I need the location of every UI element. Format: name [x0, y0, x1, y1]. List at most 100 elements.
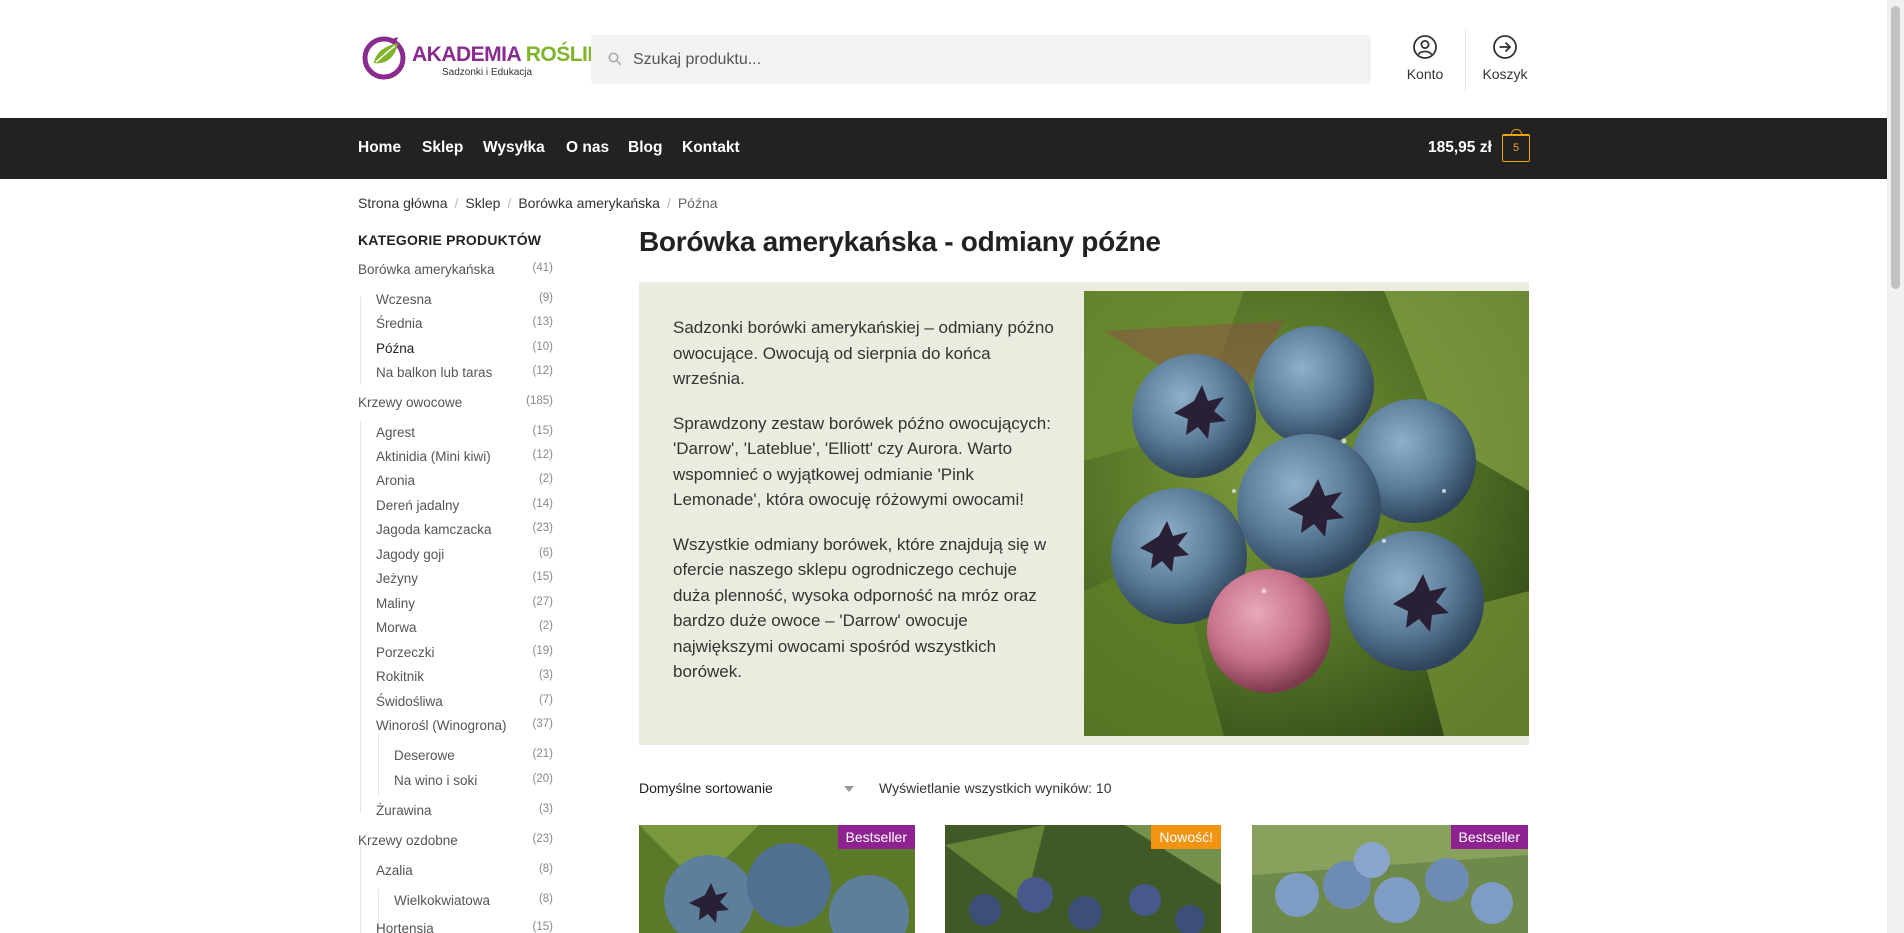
results-count: Wyświetlanie wszystkich wyników: 10	[879, 780, 1112, 796]
category-label: Aronia	[376, 473, 416, 488]
search-icon	[608, 52, 622, 66]
sidebar-item-srednia[interactable]: Średnia (13)	[376, 316, 553, 331]
breadcrumb-separator: /	[666, 195, 671, 211]
breadcrumb-category[interactable]: Borówka amerykańska	[518, 195, 660, 211]
blueberry-image	[1084, 291, 1529, 736]
category-count: (8)	[538, 863, 553, 875]
site-logo[interactable]: AKADEMIA ROŚLIN Sadzonki i Edukacja	[362, 33, 603, 83]
category-count: (15)	[532, 921, 553, 933]
category-label: Borówka amerykańska	[358, 262, 495, 277]
sidebar-item-aronia[interactable]: Aronia (2)	[376, 473, 553, 488]
product-card[interactable]: Bestseller	[639, 825, 915, 933]
category-label: Deserowe	[394, 748, 455, 763]
search-input[interactable]	[633, 35, 1353, 84]
description-paragraph: Sprawdzony zestaw borówek późno owocując…	[673, 413, 1051, 510]
bag-icon[interactable]: 5	[1502, 129, 1530, 162]
category-count: (13)	[532, 316, 553, 328]
sidebar-item-agrest[interactable]: Agrest (15)	[376, 425, 553, 440]
nav-shop[interactable]: Sklep	[422, 139, 463, 157]
category-count: (19)	[532, 645, 553, 657]
category-count: (7)	[538, 694, 553, 706]
sidebar-item-pozna[interactable]: Późna (10)	[376, 341, 553, 356]
category-count: (6)	[538, 547, 553, 559]
category-count: (185)	[526, 395, 553, 407]
sidebar-item-borowka[interactable]: Borówka amerykańska (41)	[358, 262, 553, 277]
nav-home[interactable]: Home	[358, 139, 401, 157]
category-count: (37)	[532, 718, 553, 730]
category-description: Sadzonki borówki amerykańskiej – odmiany…	[639, 282, 1529, 745]
breadcrumb-home[interactable]: Strona główna	[358, 195, 448, 211]
sidebar-item-jagoda-kamczacka[interactable]: Jagoda kamczacka (23)	[376, 522, 553, 537]
account-label: Konto	[1406, 66, 1444, 82]
category-count: (23)	[532, 833, 553, 845]
category-count: (15)	[532, 571, 553, 583]
category-count: (12)	[532, 449, 553, 461]
sort-label: Domyślne sortowanie	[639, 780, 773, 796]
category-count: (2)	[538, 473, 553, 485]
category-label: Maliny	[376, 596, 416, 611]
breadcrumb-shop[interactable]: Sklep	[465, 195, 500, 211]
category-count: (15)	[532, 425, 553, 437]
category-count: (27)	[532, 596, 553, 608]
nav-blog[interactable]: Blog	[628, 139, 662, 157]
sidebar-item-rokitnik[interactable]: Rokitnik (3)	[376, 669, 553, 684]
page-scrollbar[interactable]	[1887, 0, 1904, 933]
main-navigation: Home Sklep Wysyłka O nas Blog Kontakt 18…	[0, 118, 1887, 179]
product-card[interactable]: Nowość!	[945, 825, 1221, 933]
breadcrumb-current: Późna	[677, 195, 718, 211]
sidebar-item-aktinidia[interactable]: Aktinidia (Mini kiwi) (12)	[376, 449, 553, 464]
cart-button[interactable]: Koszyk	[1470, 34, 1540, 88]
sidebar-item-azalia[interactable]: Azalia (8)	[376, 863, 553, 878]
sidebar-item-swidosliwa[interactable]: Świdośliwa (7)	[376, 694, 553, 709]
breadcrumb: Strona główna / Sklep / Borówka amerykańska /…	[358, 195, 718, 211]
site-header: AKADEMIA ROŚLIN Sadzonki i Edukacja Kont…	[0, 0, 1887, 118]
nav-contact[interactable]: Kontakt	[682, 139, 740, 157]
category-count: (41)	[532, 262, 553, 274]
category-label: Jagoda kamczacka	[376, 522, 492, 537]
description-text: Sadzonki borówki amerykańskiej – odmiany…	[673, 315, 1058, 704]
category-label: Morwa	[376, 620, 417, 635]
scrollbar-thumb[interactable]	[1891, 6, 1900, 289]
tree-line	[360, 847, 361, 933]
sidebar-heading: KATEGORIE PRODUKTÓW	[358, 232, 542, 248]
sidebar-item-jagody-goji[interactable]: Jagody goji (6)	[376, 547, 553, 562]
category-label: Żurawina	[376, 803, 432, 818]
sidebar-item-na-wino[interactable]: Na wino i soki (20)	[394, 773, 553, 788]
category-count: (10)	[532, 341, 553, 353]
sidebar-item-porzeczki[interactable]: Porzeczki (19)	[376, 645, 553, 660]
sidebar-item-maliny[interactable]: Maliny (27)	[376, 596, 553, 611]
category-label: Jeżyny	[376, 571, 419, 586]
sidebar-item-wczesna[interactable]: Wczesna (9)	[376, 292, 553, 307]
category-count: (12)	[532, 365, 553, 377]
sidebar-item-zurawina[interactable]: Żurawina (3)	[376, 803, 553, 818]
logo-leaf-icon	[362, 36, 406, 80]
sidebar-item-deren[interactable]: Dereń jadalny (14)	[376, 498, 553, 513]
breadcrumb-separator: /	[454, 195, 459, 211]
new-badge: Nowość!	[1151, 825, 1221, 849]
product-card[interactable]: Bestseller	[1252, 825, 1528, 933]
category-label: Średnia	[376, 316, 423, 331]
sidebar-item-na-balkon[interactable]: Na balkon lub taras (12)	[376, 365, 553, 380]
sidebar-item-krzewy-owocowe[interactable]: Krzewy owocowe (185)	[358, 395, 553, 410]
nav-shipping[interactable]: Wysyłka	[483, 139, 545, 157]
category-count: (20)	[532, 773, 553, 785]
sidebar-item-hortensja[interactable]: Hortensja (15)	[376, 921, 553, 933]
category-label: Porzeczki	[376, 645, 435, 660]
bestseller-badge: Bestseller	[1450, 825, 1528, 849]
product-categories-widget: KATEGORIE PRODUKTÓW Borówka amerykańska (…	[358, 232, 553, 933]
cart-total[interactable]: 185,95 zł	[1428, 139, 1492, 157]
sort-select[interactable]: Domyślne sortowanie	[639, 780, 854, 800]
sidebar-item-wielkokwiatowa[interactable]: Wielkokwiatowa (8)	[394, 893, 553, 908]
nav-about[interactable]: O nas	[566, 139, 609, 157]
sidebar-item-winorosl[interactable]: Winorośl (Winogrona) (37)	[376, 718, 553, 733]
category-label: Świdośliwa	[376, 694, 443, 709]
tree-line	[360, 297, 361, 385]
account-button[interactable]: Konto	[1390, 34, 1460, 88]
sidebar-item-krzewy-ozdobne[interactable]: Krzewy ozdobne (23)	[358, 833, 553, 848]
category-label: Na wino i soki	[394, 773, 478, 788]
category-label: Hortensja	[376, 921, 434, 933]
sidebar-item-jezyny[interactable]: Jeżyny (15)	[376, 571, 553, 586]
sidebar-item-deserowe[interactable]: Deserowe (21)	[394, 748, 553, 763]
category-label: Rokitnik	[376, 669, 425, 684]
sidebar-item-morwa[interactable]: Morwa (2)	[376, 620, 553, 635]
